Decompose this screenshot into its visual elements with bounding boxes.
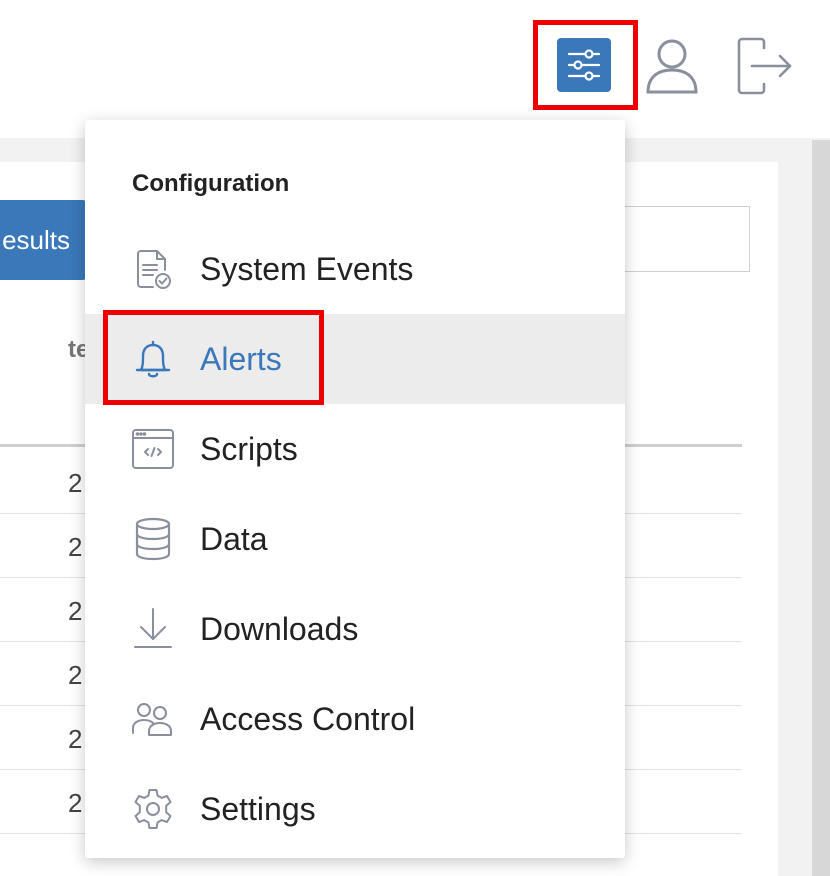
- user-icon: [646, 39, 698, 94]
- logout-button[interactable]: [728, 34, 798, 98]
- code-window-icon: [130, 426, 176, 472]
- menu-item-downloads[interactable]: Downloads: [85, 584, 625, 674]
- download-icon: [130, 606, 176, 652]
- menu-item-data[interactable]: Data: [85, 494, 625, 584]
- gear-icon: [130, 786, 176, 832]
- results-button[interactable]: esults: [0, 200, 86, 280]
- menu-item-label: Scripts: [200, 430, 298, 467]
- user-profile-button[interactable]: [640, 36, 704, 96]
- document-check-icon: [130, 246, 176, 292]
- table-cell: 2: [68, 788, 83, 818]
- menu-item-label: Alerts: [200, 340, 282, 377]
- menu-item-system-events[interactable]: System Events: [85, 224, 625, 314]
- menu-item-label: Settings: [200, 790, 316, 827]
- table-cell: 2: [68, 724, 83, 754]
- table-cell: 2: [68, 660, 83, 690]
- menu-item-label: Downloads: [200, 610, 359, 647]
- configuration-menu: Configuration System Events Alerts Scrip…: [85, 120, 625, 858]
- menu-heading: Configuration: [132, 170, 290, 197]
- users-icon: [130, 696, 176, 742]
- sliders-icon: [567, 49, 601, 81]
- menu-item-label: Access Control: [200, 700, 416, 737]
- table-cell: 2: [68, 596, 83, 626]
- menu-item-access-control[interactable]: Access Control: [85, 674, 625, 764]
- bell-icon: [130, 336, 176, 382]
- menu-item-settings[interactable]: Settings: [85, 764, 625, 854]
- page-scrollbar[interactable]: [812, 140, 830, 876]
- database-icon: [130, 516, 176, 562]
- results-button-label: esults: [2, 224, 70, 255]
- table-cell: 2: [68, 468, 83, 498]
- configuration-button[interactable]: [557, 38, 611, 92]
- top-header: [0, 0, 830, 138]
- logout-icon: [737, 37, 792, 95]
- table-cell: 2: [68, 532, 83, 562]
- menu-item-label: System Events: [200, 250, 414, 287]
- menu-item-scripts[interactable]: Scripts: [85, 404, 625, 494]
- menu-item-label: Data: [200, 520, 268, 557]
- menu-item-alerts[interactable]: Alerts: [85, 314, 625, 404]
